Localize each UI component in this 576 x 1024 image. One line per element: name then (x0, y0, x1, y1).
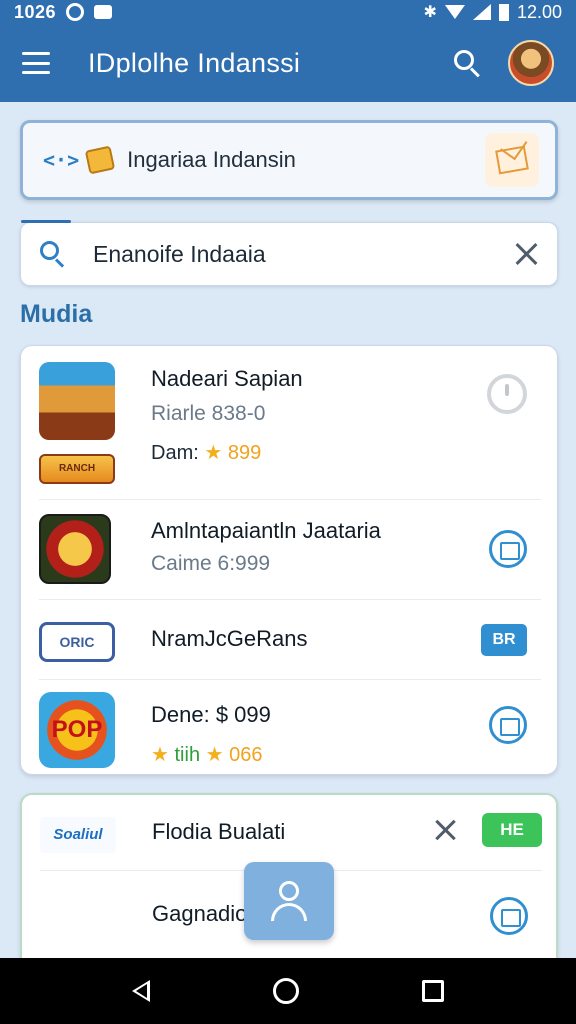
item-title: Nadeari Sapian (151, 366, 303, 391)
item-rating: ★ tiih ★ 066 (151, 744, 263, 766)
star-icon: ★ (205, 744, 224, 766)
item-subtitle: Riarle 838-0 (151, 402, 266, 425)
calendar-icon[interactable] (489, 706, 527, 744)
search-input[interactable] (93, 240, 513, 268)
avatar[interactable] (508, 40, 554, 86)
item-subtitle: Caime 6:999 (151, 552, 271, 575)
code-icon: <·> (43, 148, 80, 172)
status-badge[interactable]: HE (482, 813, 542, 847)
app-thumbnail (39, 362, 115, 440)
banner-action-button[interactable] (485, 133, 539, 187)
wifi-icon (444, 5, 465, 19)
star-icon: ★ (151, 744, 169, 766)
battery-icon (498, 3, 509, 21)
list-item[interactable]: Amlntapaiantln Jaataria Caime 6:999 (39, 500, 541, 600)
person-icon (271, 881, 307, 921)
profile-fab-button[interactable] (244, 862, 334, 940)
app-logo: POP (39, 692, 115, 768)
search-bar (20, 220, 558, 286)
menu-icon[interactable] (22, 52, 50, 74)
envelope-icon (495, 145, 529, 175)
status-time: 1026 (14, 1, 57, 22)
back-icon[interactable] (131, 980, 150, 1002)
status-badge[interactable]: BR (481, 624, 527, 656)
app-thumbnail (39, 514, 111, 584)
app-logo: Soaliul (40, 817, 116, 853)
item-title: NramJcGeRans (151, 626, 308, 651)
item-rating: Dam: ★ 899 (151, 442, 262, 464)
record-icon (66, 3, 85, 21)
list-item[interactable]: POP Dene: $ 099 ★ tiih ★ 066 (39, 680, 541, 774)
item-title: Dene: $ 099 (151, 702, 271, 727)
item-title: Flodia Bualati (152, 819, 286, 844)
close-icon[interactable] (434, 819, 456, 841)
system-nav-bar (0, 958, 576, 1024)
app-bar: IDplolhe Indanssi (0, 24, 576, 102)
section-title: Mudia (20, 300, 93, 328)
status-bar: 1026 ✱ 12.00 (0, 0, 576, 24)
search-icon[interactable] (452, 48, 482, 78)
media-list-card: RANCH Nadeari Sapian Riarle 838-0 Dam: ★… (20, 345, 558, 775)
signal-icon (472, 4, 491, 20)
app-logo: RANCH (39, 454, 115, 484)
close-icon[interactable] (513, 241, 539, 267)
calendar-icon[interactable] (490, 897, 528, 935)
search-icon (39, 240, 67, 268)
item-title: Amlntapaiantln Jaataria (151, 518, 381, 543)
home-icon[interactable] (272, 978, 299, 1004)
banner-text: Ingariaa Indansin (127, 147, 296, 172)
app-title: IDplolhe Indanssi (88, 47, 301, 78)
timer-icon[interactable] (487, 374, 527, 414)
banner-card[interactable]: <·> Ingariaa Indansin (20, 120, 558, 200)
puzzle-icon (84, 145, 116, 175)
calendar-icon[interactable] (489, 530, 527, 568)
list-item[interactable]: RANCH Nadeari Sapian Riarle 838-0 Dam: ★… (39, 346, 541, 500)
bluetooth-icon: ✱ (423, 4, 437, 21)
recents-icon[interactable] (422, 980, 445, 1002)
notification-icon (94, 5, 113, 19)
list-item[interactable]: ORIC NramJcGeRans BR (39, 600, 541, 680)
list-item[interactable]: Soaliul Flodia Bualati HE (40, 795, 542, 871)
status-clock: 12.00 (516, 1, 562, 22)
star-icon: ★ (204, 442, 223, 464)
app-logo: ORIC (39, 622, 115, 662)
